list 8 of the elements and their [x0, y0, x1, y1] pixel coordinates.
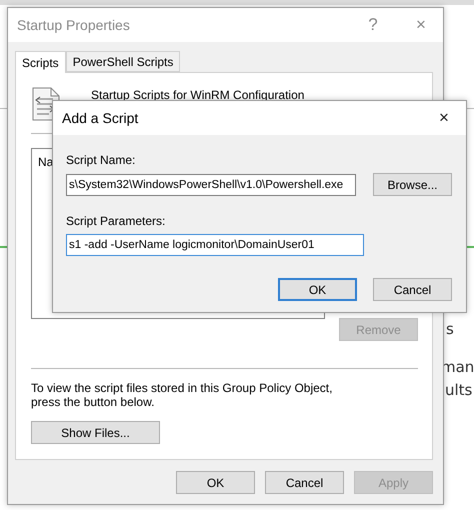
background-text: s: [446, 320, 454, 338]
heading-text: Startup Scripts for WinRM Configuration: [91, 88, 304, 102]
dialog-title: Add a Script: [62, 110, 140, 126]
info-text: To view the script files stored in this Group Policy Object, press the button below.: [31, 381, 334, 409]
background-text: ults: [445, 381, 472, 399]
field-label: Script Name:: [66, 153, 136, 167]
window-title: Startup Properties: [17, 17, 131, 33]
field-label: Script Parameters:: [66, 214, 166, 228]
